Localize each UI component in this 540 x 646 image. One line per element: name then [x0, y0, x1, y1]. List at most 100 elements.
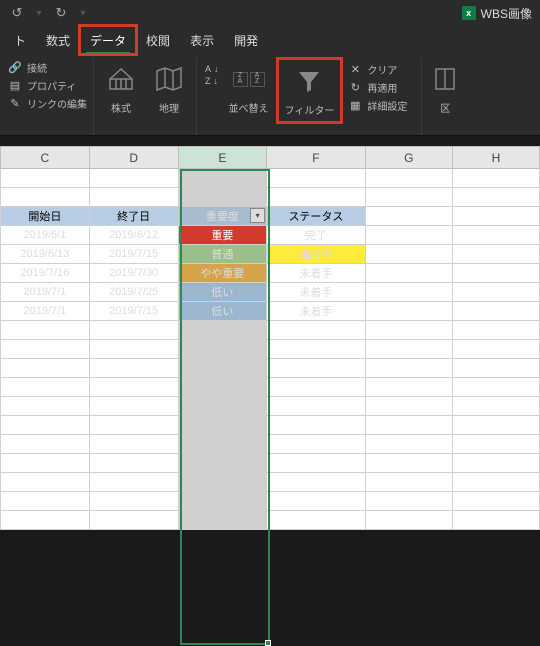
col-F[interactable]: F	[267, 147, 366, 169]
cell-end[interactable]: 2019/7/30	[89, 264, 178, 283]
table-row[interactable]	[1, 378, 540, 397]
cell-status[interactable]: 未着手	[267, 302, 366, 321]
table-row[interactable]	[1, 454, 540, 473]
cell-start[interactable]: 2019/7/1	[1, 283, 90, 302]
group-outline: 区	[422, 58, 468, 135]
advanced-icon: ▦	[348, 99, 362, 113]
fill-handle[interactable]	[265, 640, 271, 646]
table-row[interactable]	[1, 492, 540, 511]
properties-label: プロパティ	[27, 78, 76, 93]
cell-priority[interactable]: やや重要	[178, 264, 267, 283]
grid[interactable]: C D E F G H 開始日 終了日 重要度 ▾ ステータス 2019/6/1…	[0, 146, 540, 530]
tab-formulas[interactable]: 数式	[36, 26, 80, 54]
hdr-end[interactable]: 終了日	[89, 207, 178, 226]
cell-start[interactable]: 2019/6/1	[1, 226, 90, 245]
table-row[interactable]: 2019/7/162019/7/30やや重要未着手	[1, 264, 540, 283]
cell-priority[interactable]: 低い	[178, 283, 267, 302]
cell-start[interactable]: 2019/7/16	[1, 264, 90, 283]
table-row[interactable]	[1, 435, 540, 454]
stocks-icon	[106, 62, 136, 96]
table-row[interactable]	[1, 397, 540, 416]
table-row[interactable]	[1, 511, 540, 530]
geography-button[interactable]: 地理	[150, 60, 188, 117]
col-C[interactable]: C	[1, 147, 90, 169]
clear-label: クリア	[367, 62, 397, 77]
filter-button[interactable]: フィルター	[281, 62, 339, 119]
connections-button[interactable]: 🔗 接続	[8, 60, 87, 75]
cell-status[interactable]: 完了	[267, 226, 366, 245]
cell-status[interactable]: 未着手	[267, 283, 366, 302]
cell-end[interactable]: 2019/7/15	[89, 245, 178, 264]
sort-desc-button[interactable]: Z↓	[205, 76, 219, 86]
link-icon: 🔗	[8, 61, 22, 75]
properties-button[interactable]: ▤ プロパティ	[8, 78, 87, 93]
redo-icon[interactable]: ↻	[52, 4, 70, 22]
properties-icon: ▤	[8, 79, 22, 93]
hdr-start[interactable]: 開始日	[1, 207, 90, 226]
ribbon-tabs: ト 数式 データ 校閲 表示 開発	[0, 26, 540, 54]
col-E[interactable]: E	[178, 147, 267, 169]
col-D[interactable]: D	[89, 147, 178, 169]
cell-end[interactable]: 2019/6/12	[89, 226, 178, 245]
table-row[interactable]: 2019/6/132019/7/15普通進行中	[1, 245, 540, 264]
table-row[interactable]	[1, 340, 540, 359]
doc-name-label: WBS画像	[481, 5, 532, 22]
hdr-status[interactable]: ステータス	[267, 207, 366, 226]
cell-end[interactable]: 2019/7/25	[89, 283, 178, 302]
cell-status[interactable]: 進行中	[267, 245, 366, 264]
edit-links-button[interactable]: ✎ リンクの編集	[8, 96, 87, 111]
hdr-priority-label: 重要度	[206, 211, 239, 223]
filter-icon	[295, 64, 323, 98]
table-row[interactable]: 2019/6/12019/6/12重要完了	[1, 226, 540, 245]
chevron-down-icon[interactable]: ▾	[74, 4, 92, 22]
tab-developer[interactable]: 開発	[224, 26, 268, 54]
chevron-down-icon[interactable]: ▾	[30, 4, 48, 22]
table-row[interactable]	[1, 473, 540, 492]
sort-asc-button[interactable]: A↓	[205, 64, 219, 74]
sort-quick: A↓ Z↓	[205, 64, 219, 86]
cell-end[interactable]: 2019/7/15	[89, 302, 178, 321]
col-H[interactable]: H	[452, 147, 539, 169]
col-G[interactable]: G	[365, 147, 452, 169]
filter-dropdown-icon[interactable]: ▾	[250, 208, 265, 223]
sort-icon: ZA AZ	[233, 62, 265, 96]
table-row[interactable]: 2019/7/12019/7/25低い未着手	[1, 283, 540, 302]
split-icon	[434, 62, 456, 96]
cell-start[interactable]: 2019/7/1	[1, 302, 90, 321]
table-row[interactable]: 2019/7/12019/7/15低い未着手	[1, 302, 540, 321]
split-label: 区	[440, 100, 450, 115]
tab-data[interactable]: データ	[80, 26, 136, 54]
title-bar: ↺ ▾ ↻ ▾ x WBS画像	[0, 0, 540, 26]
clear-button[interactable]: ✕ クリア	[348, 62, 407, 77]
table-row[interactable]	[1, 359, 540, 378]
split-button[interactable]: 区	[430, 60, 460, 117]
quick-access-toolbar: ↺ ▾ ↻ ▾	[8, 4, 94, 22]
undo-icon[interactable]: ↺	[8, 4, 26, 22]
stocks-button[interactable]: 株式	[102, 60, 140, 117]
tab-partial[interactable]: ト	[4, 26, 36, 54]
cell-priority[interactable]: 重要	[178, 226, 267, 245]
cell-status[interactable]: 未着手	[267, 264, 366, 283]
edit-links-label: リンクの編集	[27, 96, 87, 111]
filter-label: フィルター	[285, 102, 335, 117]
group-connections: 🔗 接続 ▤ プロパティ ✎ リンクの編集	[2, 58, 94, 135]
sort-label: 並べ替え	[229, 100, 269, 115]
advanced-button[interactable]: ▦ 詳細設定	[348, 98, 407, 113]
cell-start[interactable]: 2019/6/13	[1, 245, 90, 264]
cell-priority[interactable]: 低い	[178, 302, 267, 321]
geography-icon	[154, 62, 184, 96]
reapply-label: 再適用	[367, 80, 397, 95]
hdr-priority[interactable]: 重要度 ▾	[178, 207, 267, 226]
spreadsheet[interactable]: C D E F G H 開始日 終了日 重要度 ▾ ステータス 2019/6/1…	[0, 146, 540, 530]
column-header-row: C D E F G H	[1, 147, 540, 169]
ribbon: 🔗 接続 ▤ プロパティ ✎ リンクの編集 株式 地理	[0, 54, 540, 136]
table-row[interactable]	[1, 321, 540, 340]
cell-priority[interactable]: 普通	[178, 245, 267, 264]
clear-icon: ✕	[348, 63, 362, 77]
row	[1, 169, 540, 188]
table-row[interactable]	[1, 416, 540, 435]
reapply-button[interactable]: ↻ 再適用	[348, 80, 407, 95]
tab-review[interactable]: 校閲	[136, 26, 180, 54]
tab-view[interactable]: 表示	[180, 26, 224, 54]
sort-button[interactable]: ZA AZ 並べ替え	[225, 60, 273, 117]
